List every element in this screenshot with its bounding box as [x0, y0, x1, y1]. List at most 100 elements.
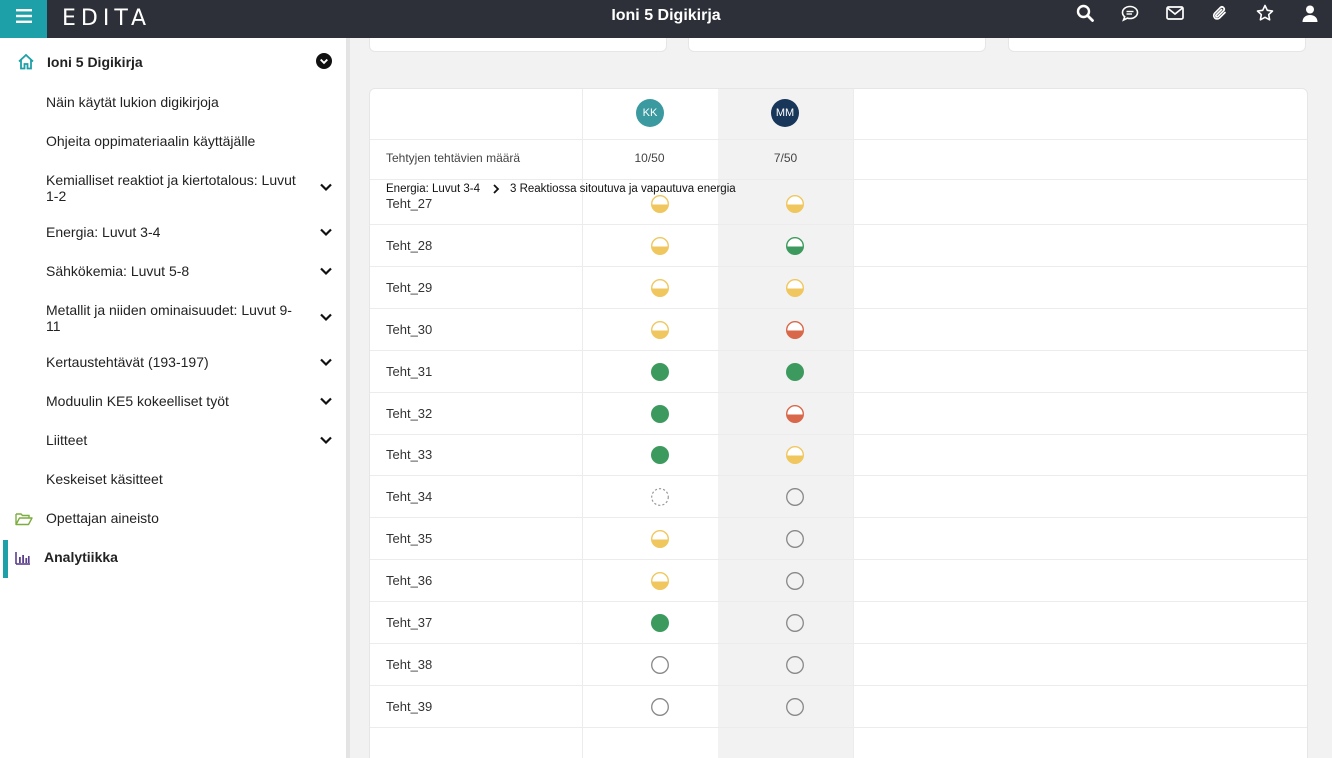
user-icon[interactable] — [1287, 0, 1332, 32]
sidebar-item-label: Metallit ja niiden ominaisuudet: Luvut 9… — [46, 302, 292, 334]
mail-icon[interactable] — [1152, 0, 1197, 32]
student-avatar-kk[interactable]: KK — [636, 99, 664, 127]
status-full-green-icon[interactable] — [650, 404, 670, 424]
status-full-green-icon[interactable] — [785, 362, 805, 382]
status-empty-icon[interactable] — [650, 697, 670, 717]
status-empty-icon[interactable] — [785, 697, 805, 717]
sidebar-item-opettajan-aineisto[interactable]: Opettajan aineisto — [0, 510, 346, 528]
sidebar-item-energia[interactable]: Energia: Luvut 3-4 — [0, 224, 346, 242]
sidebar-item-metallit[interactable]: Metallit ja niiden ominaisuudet: Luvut 9… — [0, 302, 346, 336]
chevron-down-icon[interactable] — [318, 224, 334, 240]
sidebar: Ioni 5 Digikirja Näin käytät lukion digi… — [0, 38, 350, 758]
status-partial-yellow-icon[interactable] — [785, 194, 805, 214]
completed-count-mm: 7/50 — [773, 151, 798, 165]
chevron-circle-down-icon[interactable] — [316, 53, 332, 69]
sidebar-item-label: Keskeiset käsitteet — [46, 471, 163, 487]
status-partial-red-icon[interactable] — [785, 320, 805, 340]
status-partial-yellow-icon[interactable] — [650, 194, 670, 214]
status-partial-yellow-icon[interactable] — [650, 320, 670, 340]
breadcrumb: Energia: Luvut 3-4 3 Reaktiossa sitoutuv… — [386, 183, 736, 195]
status-full-green-icon[interactable] — [650, 445, 670, 465]
sidebar-item-kemialliset[interactable]: Kemialliset reaktiot ja kiertotalous: Lu… — [0, 172, 346, 206]
star-icon[interactable] — [1242, 0, 1287, 32]
status-partial-green-icon[interactable] — [785, 236, 805, 256]
summary-card — [688, 38, 986, 52]
status-empty-icon[interactable] — [785, 613, 805, 633]
task-label: Teht_28 — [386, 238, 433, 253]
status-empty-icon[interactable] — [785, 529, 805, 549]
status-partial-yellow-icon[interactable] — [650, 278, 670, 298]
chevron-down-icon[interactable] — [318, 354, 334, 370]
status-full-green-icon[interactable] — [650, 362, 670, 382]
bar-chart-icon — [15, 552, 30, 565]
status-partial-yellow-icon[interactable] — [650, 236, 670, 256]
sidebar-item-label: Opettajan aineisto — [46, 510, 159, 526]
status-partial-red-icon[interactable] — [785, 404, 805, 424]
row-divider — [370, 685, 1307, 686]
task-label: Teht_32 — [386, 406, 433, 421]
row-divider — [370, 139, 1307, 140]
column-divider — [853, 89, 854, 758]
chat-icon[interactable] — [1107, 0, 1152, 32]
task-label: Teht_38 — [386, 657, 433, 672]
sidebar-item-ohjeita[interactable]: Ohjeita oppimateriaalin käyttäjälle — [0, 133, 346, 151]
row-divider — [370, 179, 1307, 180]
main-content: KK MM Tehtyjen tehtävien määrä 10/50 7/5… — [350, 38, 1332, 758]
chevron-down-icon[interactable] — [318, 432, 334, 448]
status-empty-icon[interactable] — [785, 655, 805, 675]
completed-count-label: Tehtyjen tehtävien määrä — [386, 151, 521, 165]
status-empty-icon[interactable] — [785, 487, 805, 507]
status-empty-icon[interactable] — [785, 571, 805, 591]
breadcrumb-section[interactable]: 3 Reaktiossa sitoutuva ja vapautuva ener… — [510, 183, 736, 195]
sidebar-item-label: Kertaustehtävät (193-197) — [46, 354, 209, 370]
hamburger-icon — [15, 9, 32, 23]
sidebar-item-digikirjat[interactable]: Näin käytät lukion digikirjoja — [0, 94, 346, 112]
status-partial-yellow-icon[interactable] — [785, 445, 805, 465]
sidebar-item-label: Kemialliset reaktiot ja kiertotalous: Lu… — [46, 172, 296, 204]
menu-button[interactable] — [0, 0, 47, 38]
completed-count-kk: 10/50 — [634, 151, 665, 165]
sidebar-item-liitteet[interactable]: Liitteet — [0, 432, 346, 450]
row-divider — [370, 224, 1307, 225]
status-partial-yellow-icon[interactable] — [650, 571, 670, 591]
chevron-down-icon[interactable] — [318, 309, 334, 325]
row-divider — [370, 266, 1307, 267]
status-dashed-empty-icon[interactable] — [650, 487, 670, 507]
row-divider — [370, 434, 1307, 435]
sidebar-item-kasitteet[interactable]: Keskeiset käsitteet — [0, 471, 346, 489]
task-label: Teht_29 — [386, 280, 433, 295]
breadcrumb-chapter[interactable]: Energia: Luvut 3-4 — [386, 183, 480, 195]
task-label: Teht_30 — [386, 322, 433, 337]
edita-logo[interactable]: EDITA — [62, 6, 151, 31]
row-divider — [370, 392, 1307, 393]
row-divider — [370, 350, 1307, 351]
search-icon[interactable] — [1062, 0, 1107, 32]
task-label: Teht_39 — [386, 699, 433, 714]
sidebar-item-label: Analytiikka — [44, 549, 118, 565]
status-partial-yellow-icon[interactable] — [650, 529, 670, 549]
row-divider — [370, 517, 1307, 518]
sidebar-item-label: Sähkökemia: Luvut 5-8 — [46, 263, 190, 279]
chevron-down-icon[interactable] — [318, 393, 334, 409]
student-avatar-mm[interactable]: MM — [771, 99, 799, 127]
status-empty-icon[interactable] — [650, 655, 670, 675]
status-partial-yellow-icon[interactable] — [785, 278, 805, 298]
task-label: Teht_31 — [386, 364, 433, 379]
sidebar-item-analytiikka[interactable]: Analytiikka — [0, 549, 346, 567]
sidebar-item-kertaus[interactable]: Kertaustehtävät (193-197) — [0, 354, 346, 372]
row-divider — [370, 643, 1307, 644]
status-full-green-icon[interactable] — [650, 613, 670, 633]
summary-card — [1008, 38, 1306, 52]
folder-open-icon — [15, 513, 33, 526]
sidebar-item-kokeelliset[interactable]: Moduulin KE5 kokeelliset työt — [0, 393, 346, 411]
chevron-down-icon[interactable] — [318, 179, 334, 195]
sidebar-item-label: Ohjeita oppimateriaalin käyttäjälle — [46, 133, 256, 149]
sidebar-root-ioni5[interactable]: Ioni 5 Digikirja — [0, 52, 346, 72]
chevron-down-icon[interactable] — [318, 263, 334, 279]
sidebar-root-label: Ioni 5 Digikirja — [47, 54, 143, 70]
sidebar-item-sahkokemia[interactable]: Sähkökemia: Luvut 5-8 — [0, 263, 346, 281]
attachment-icon[interactable] — [1197, 0, 1242, 32]
sidebar-item-label: Moduulin KE5 kokeelliset työt — [46, 393, 229, 409]
chevron-right-icon — [492, 184, 500, 194]
sidebar-item-label: Energia: Luvut 3-4 — [46, 224, 161, 240]
